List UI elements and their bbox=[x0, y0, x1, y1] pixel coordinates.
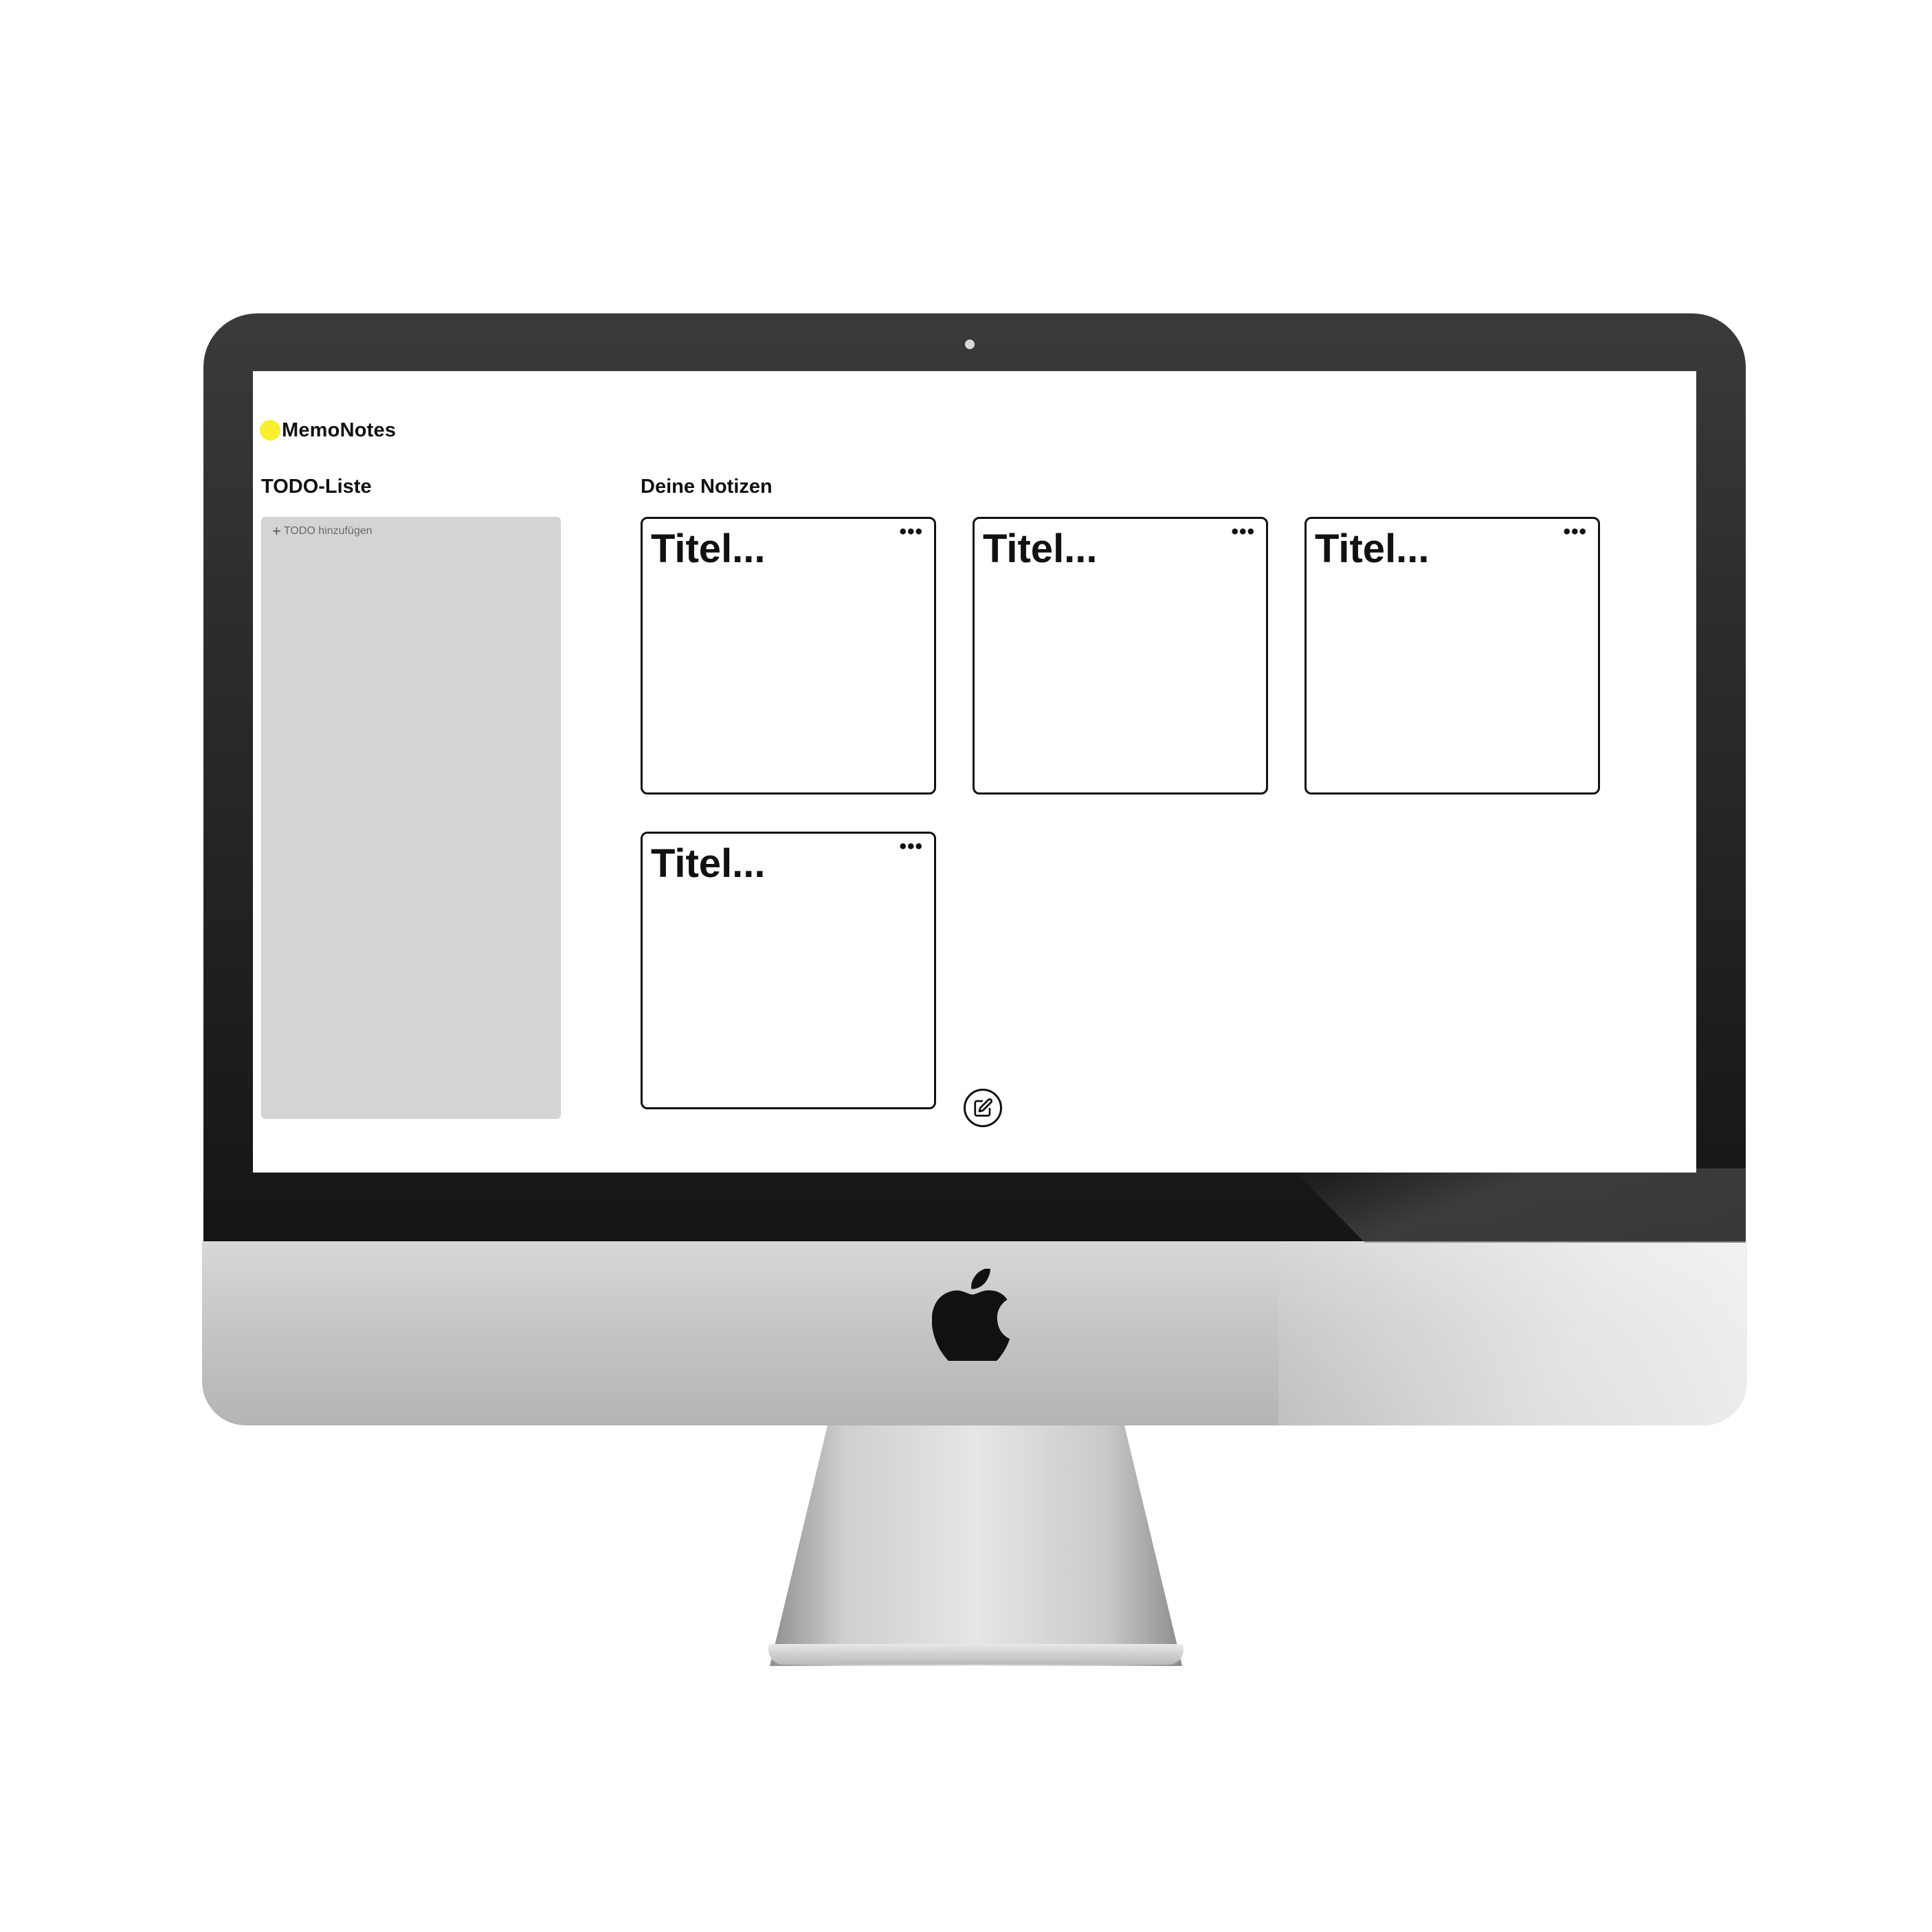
more-horizontal-icon[interactable]: ••• bbox=[1231, 522, 1255, 542]
app-screen: MemoNotes TODO-Liste Deine Notizen + TOD… bbox=[253, 371, 1696, 1173]
note-card[interactable]: Titel... ••• bbox=[641, 832, 936, 1109]
apple-logo-icon bbox=[932, 1269, 1010, 1361]
note-title[interactable]: Titel... bbox=[651, 842, 766, 886]
note-title[interactable]: Titel... bbox=[1315, 527, 1430, 571]
plus-icon: + bbox=[272, 522, 281, 540]
more-horizontal-icon[interactable]: ••• bbox=[1563, 522, 1587, 542]
bezel-reflection bbox=[1292, 1168, 1746, 1243]
edit-icon bbox=[974, 1098, 993, 1117]
todo-section-title: TODO-Liste bbox=[261, 476, 372, 498]
note-title[interactable]: Titel... bbox=[651, 527, 766, 571]
note-card[interactable]: Titel... ••• bbox=[973, 517, 1268, 795]
stand-base bbox=[768, 1644, 1184, 1665]
chin-reflection bbox=[1278, 1241, 1747, 1425]
brand-dot-icon bbox=[260, 420, 280, 441]
brand-name: MemoNotes bbox=[282, 419, 397, 441]
camera-icon bbox=[965, 340, 975, 349]
note-card[interactable]: Titel... ••• bbox=[1304, 517, 1600, 795]
add-todo-label: TODO hinzufügen bbox=[283, 525, 373, 537]
new-note-button[interactable] bbox=[964, 1089, 1002, 1127]
monitor-stand bbox=[770, 1425, 1182, 1666]
todo-list-panel: + TODO hinzufügen bbox=[261, 517, 561, 1119]
note-title[interactable]: Titel... bbox=[983, 527, 1098, 571]
more-horizontal-icon[interactable]: ••• bbox=[899, 836, 923, 857]
add-todo-button[interactable]: + TODO hinzufügen bbox=[272, 524, 373, 539]
brand: MemoNotes bbox=[260, 418, 396, 443]
notes-section-title: Deine Notizen bbox=[641, 476, 773, 498]
more-horizontal-icon[interactable]: ••• bbox=[899, 522, 923, 542]
note-card[interactable]: Titel... ••• bbox=[641, 517, 936, 795]
